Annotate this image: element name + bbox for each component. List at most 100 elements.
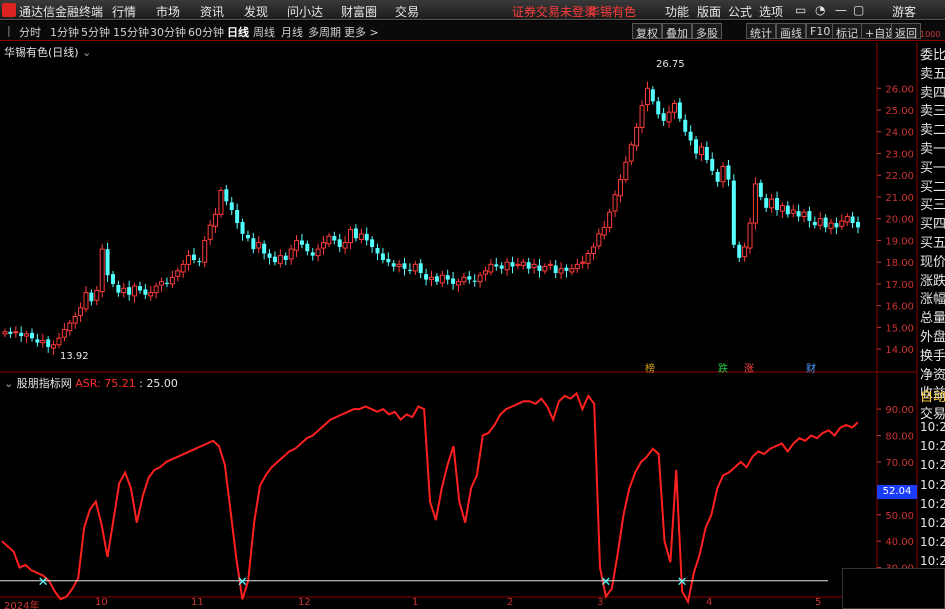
candle-body: [127, 287, 132, 295]
candle-body: [294, 239, 300, 251]
login-status[interactable]: 证券交易未登录: [512, 3, 596, 20]
period-30min[interactable]: 30分钟: [150, 24, 186, 40]
menu-quotes[interactable]: 行情: [112, 3, 136, 20]
candle-body: [531, 263, 537, 269]
candle-body: [650, 89, 655, 102]
candle-body: [785, 205, 790, 215]
period-60min[interactable]: 60分钟: [188, 24, 224, 40]
candle-body: [305, 243, 310, 252]
candle-body: [213, 213, 219, 227]
event-marker-down[interactable]: 跌: [717, 360, 729, 375]
window-restore-icon[interactable]: —: [835, 3, 847, 17]
candle-body: [267, 253, 272, 258]
f10-button[interactable]: F10: [806, 23, 835, 39]
candle-body: [574, 263, 580, 270]
statistics-button[interactable]: 统计: [746, 23, 776, 40]
side-label-14: 总量: [920, 311, 945, 327]
window-close-icon[interactable]: ▢: [853, 3, 864, 17]
indicator-tick-label: 70.00: [885, 458, 914, 469]
candle-body: [639, 105, 645, 128]
trade-time-4: 10:21: [920, 496, 945, 511]
candle-body: [434, 276, 439, 282]
window-max-icon[interactable]: ◔: [815, 3, 825, 17]
toolbar-menu-icon[interactable]: |: [7, 24, 11, 37]
candle-body: [844, 216, 850, 223]
menu-wealth[interactable]: 财富圈: [341, 3, 377, 20]
user-label[interactable]: 游客: [892, 3, 916, 20]
period-monthly[interactable]: 月线: [281, 24, 303, 40]
price-axis: 26.00 25.00 24.00 23.00 22.00 21.00 20.00 19.00…: [877, 84, 914, 356]
indicator-tick-label: 40.00: [885, 537, 914, 548]
trade-time-7: 10:21: [920, 554, 945, 569]
overlay-button[interactable]: 叠加: [662, 23, 692, 40]
side-label-9: 买四: [920, 217, 945, 233]
candle-body: [494, 264, 499, 267]
candle-body: [510, 262, 515, 267]
back-button[interactable]: 返回: [891, 23, 921, 40]
candle-body: [429, 276, 434, 281]
period-15min[interactable]: 15分钟: [113, 24, 149, 40]
candle-body: [19, 332, 24, 337]
menu-ask[interactable]: 问小达: [287, 3, 323, 20]
low-price-label: 13.92: [60, 351, 89, 362]
trade-time-5: 10:21: [920, 516, 945, 530]
trade-time-2: 10:21: [920, 458, 945, 473]
candle-body: [801, 211, 807, 218]
window-min-icon[interactable]: ▭: [795, 3, 806, 17]
candle-body: [99, 248, 105, 293]
price-tick-label: 16.00: [885, 302, 914, 313]
candle-body: [46, 339, 51, 347]
chart-options-icon[interactable]: ⌄: [82, 46, 91, 59]
menu-formula[interactable]: 公式: [728, 3, 752, 20]
menu-market[interactable]: 市场: [156, 3, 180, 20]
candle-body: [375, 248, 380, 254]
candle-body: [380, 253, 385, 260]
candle-body: [72, 316, 78, 324]
candle-body: [839, 220, 845, 227]
candle-body: [823, 217, 828, 228]
period-5min[interactable]: 5分钟: [81, 24, 110, 40]
menu-options[interactable]: 选项: [759, 3, 783, 20]
candle-body: [817, 218, 823, 226]
candle-body: [477, 274, 483, 283]
candle-body: [580, 261, 586, 264]
period-1min[interactable]: 1分钟: [50, 24, 79, 40]
candle-body: [775, 198, 780, 210]
menu-news[interactable]: 资讯: [200, 3, 224, 20]
period-intraday[interactable]: 分时: [19, 24, 41, 40]
indicator-level: 25.00: [146, 377, 178, 390]
menu-layout[interactable]: 版面: [697, 3, 721, 20]
candle-body: [13, 331, 19, 334]
candle-body: [83, 292, 89, 310]
event-marker-list[interactable]: 榜: [644, 360, 656, 375]
period-toolbar: | 分时 1分钟 5分钟 15分钟 30分钟 60分钟 日线 周线 月线 多周期…: [0, 21, 945, 41]
candle-body: [726, 165, 731, 180]
candle-body: [40, 339, 46, 344]
candle-body: [137, 286, 142, 291]
bookmark-button[interactable]: 标记: [832, 23, 862, 40]
candle-body: [283, 255, 288, 260]
draw-line-button[interactable]: 画线: [776, 23, 806, 40]
trade-time-0: 10:21: [920, 420, 945, 434]
indicator-options-icon[interactable]: ⌄: [4, 377, 17, 390]
candle-body: [644, 87, 650, 106]
chart-canvas[interactable]: 26.00 25.00 24.00 23.00 22.00 21.00 20.00 19.00…: [0, 0, 945, 609]
multi-stock-button[interactable]: 多股: [692, 23, 722, 40]
candle-body: [29, 332, 34, 339]
period-multi[interactable]: 多周期: [308, 24, 341, 40]
candle-body: [132, 285, 138, 297]
candle-body: [8, 331, 13, 334]
price-tick-label: 14.00: [885, 345, 914, 356]
menu-function[interactable]: 功能: [665, 3, 689, 20]
cross-marker-icon: ✕: [677, 575, 688, 590]
candle-body: [661, 113, 666, 121]
restore-rights-button[interactable]: 复权: [632, 23, 662, 40]
menu-discover[interactable]: 发现: [244, 3, 268, 20]
event-marker-finance[interactable]: 财: [805, 360, 817, 375]
period-weekly[interactable]: 周线: [253, 24, 275, 40]
candle-body: [520, 261, 526, 266]
menu-trade[interactable]: 交易: [395, 3, 419, 20]
event-marker-up[interactable]: 涨: [743, 360, 755, 375]
period-more[interactable]: 更多 >: [344, 24, 379, 40]
period-daily[interactable]: 日线: [227, 24, 249, 40]
